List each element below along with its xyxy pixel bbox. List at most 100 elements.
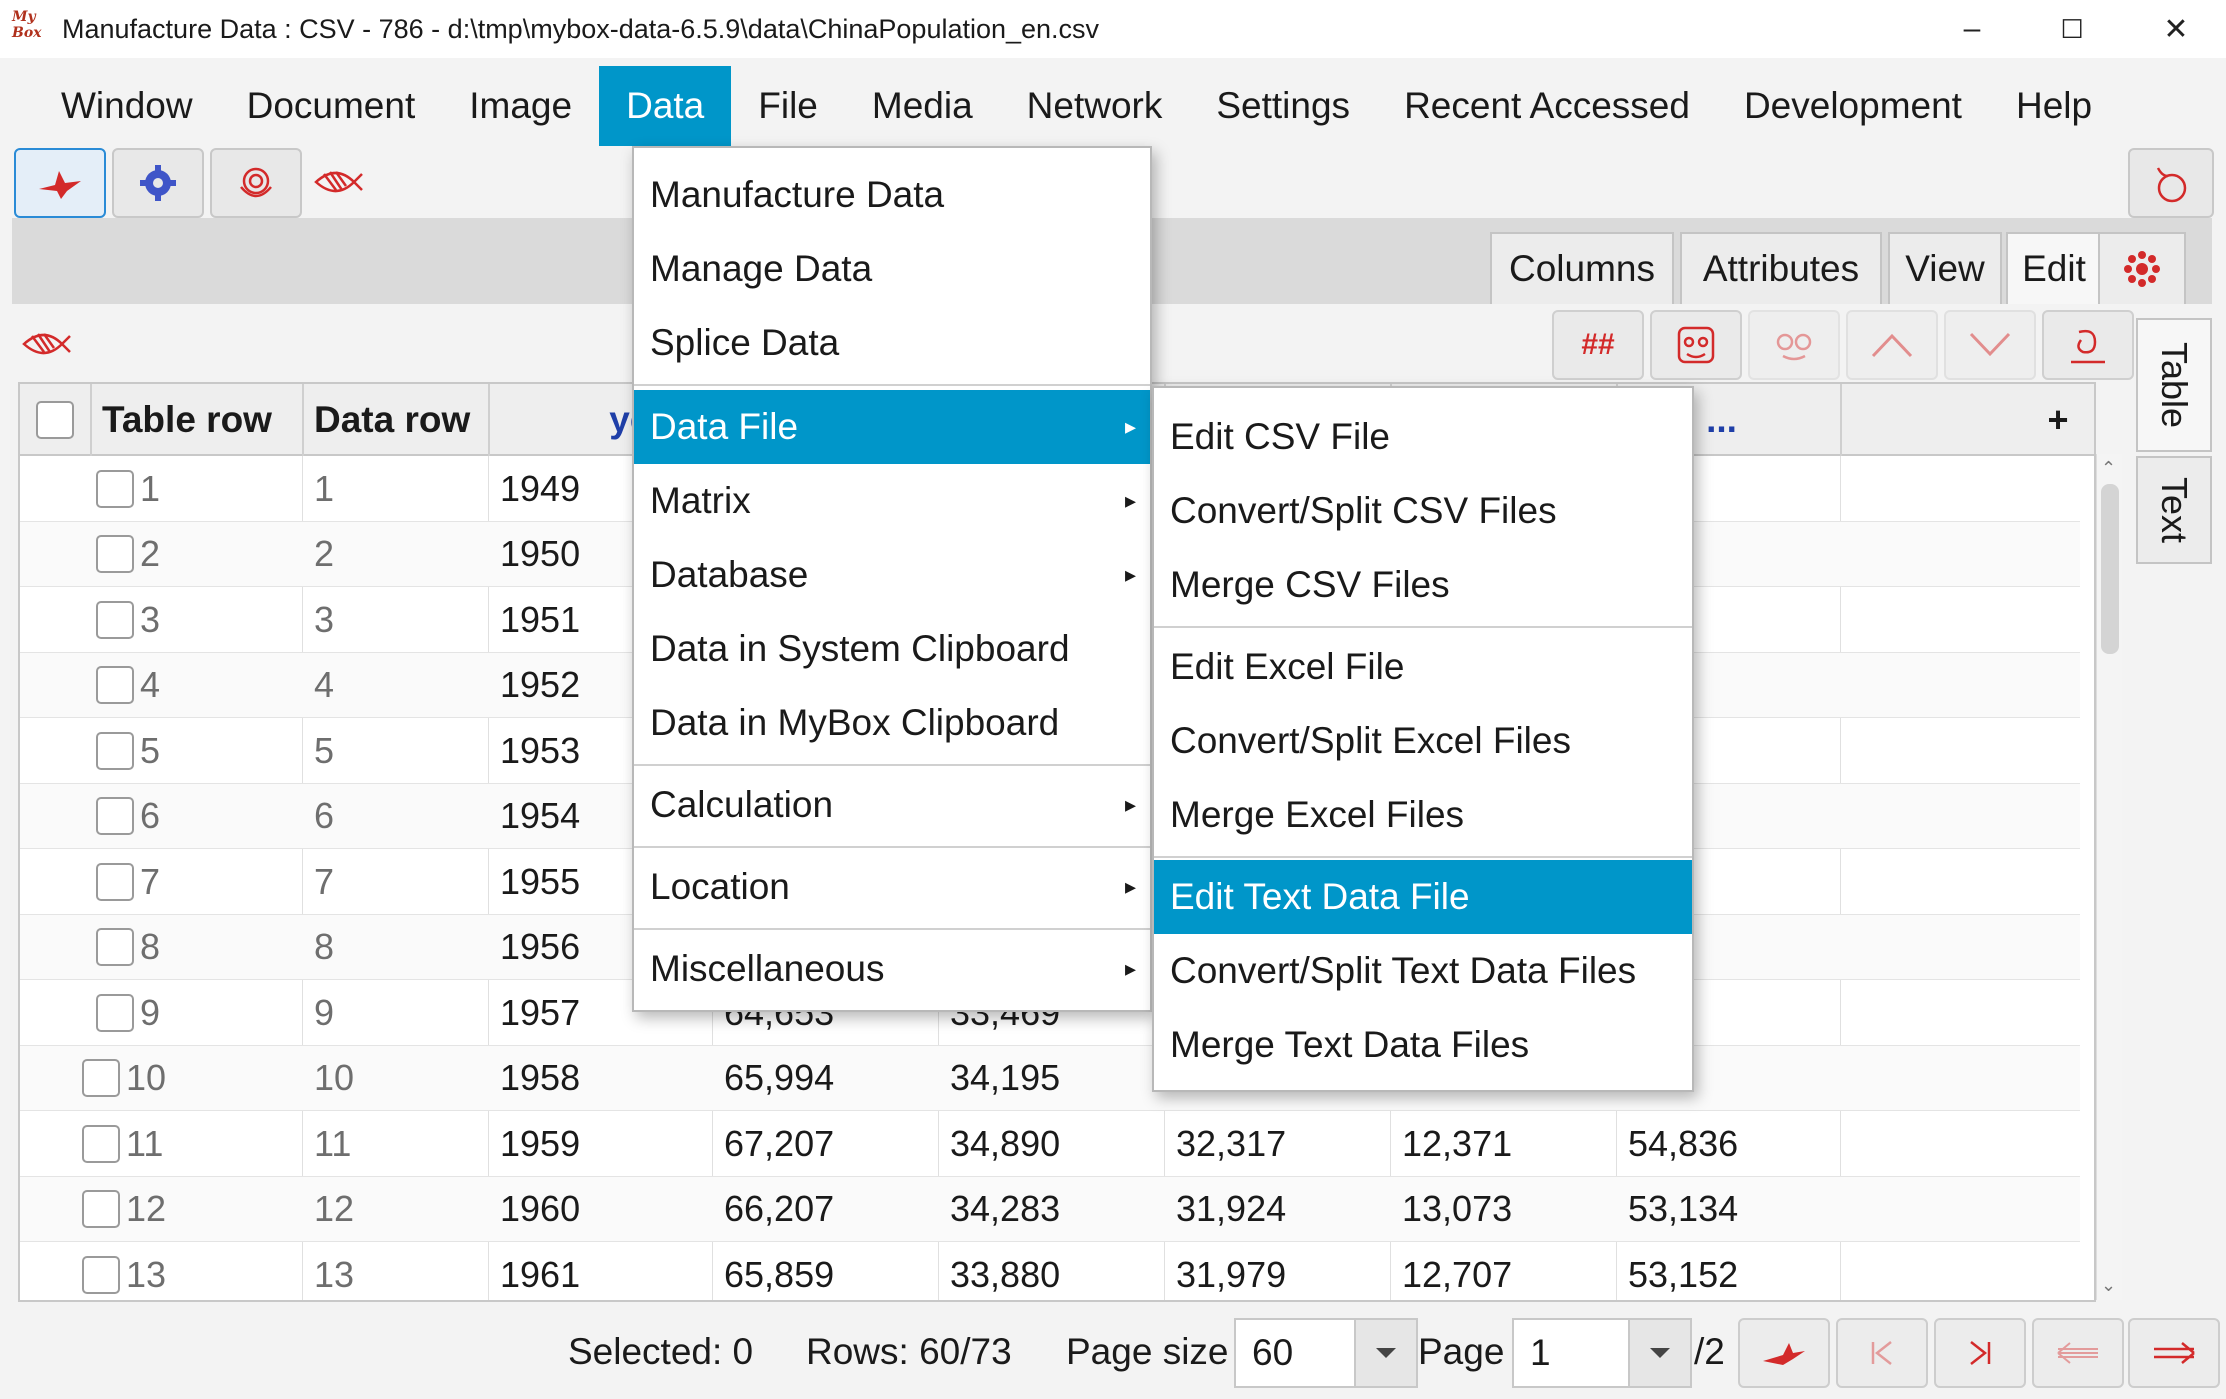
tab-edit[interactable]: Edit — [2006, 232, 2102, 304]
scroll-down-icon[interactable]: ⌄ — [2101, 1275, 2116, 1296]
table-cell[interactable]: 31,924 — [1166, 1177, 1286, 1243]
submenu-convert-split-text-data-files[interactable]: Convert/Split Text Data Files — [1154, 934, 1692, 1008]
row-checkbox[interactable] — [82, 1124, 120, 1163]
first-page-button[interactable] — [1836, 1318, 1928, 1388]
table-cell[interactable]: 1959 — [490, 1111, 580, 1177]
table-cell[interactable]: 4 — [96, 653, 160, 719]
menu-item-location[interactable]: Location ▸ — [634, 850, 1150, 924]
row-checkbox[interactable] — [96, 666, 134, 705]
fish-icon[interactable] — [308, 160, 364, 204]
submenu-edit-text-data-file[interactable]: Edit Text Data File — [1154, 860, 1692, 934]
red-bird-button[interactable] — [14, 148, 106, 218]
menu-window[interactable]: Window — [34, 66, 220, 146]
menu-item-splice-data[interactable]: Splice Data — [634, 306, 1150, 380]
menu-item-database[interactable]: Database ▸ — [634, 538, 1150, 612]
table-cell[interactable]: 9 — [96, 980, 160, 1046]
table-cell[interactable]: 1 — [304, 456, 334, 522]
table-cell[interactable]: 1954 — [490, 784, 580, 850]
pomegranate-button[interactable] — [2128, 148, 2214, 218]
table-cell[interactable]: 5 — [96, 718, 160, 784]
menu-item-system-clipboard[interactable]: Data in System Clipboard — [634, 612, 1150, 686]
row-checkbox[interactable] — [82, 1255, 120, 1294]
row-checkbox[interactable] — [96, 797, 134, 836]
table-cell[interactable]: 1956 — [490, 915, 580, 981]
table-cell[interactable]: 1961 — [490, 1242, 580, 1300]
table-cell[interactable]: 33,880 — [940, 1242, 1060, 1300]
menu-item-mybox-clipboard[interactable]: Data in MyBox Clipboard — [634, 686, 1150, 760]
table-cell[interactable]: 1949 — [490, 456, 580, 522]
vertical-scrollbar[interactable]: ⌃ ⌄ — [2096, 454, 2122, 1300]
menu-item-data-file[interactable]: Data File ▸ — [634, 390, 1150, 464]
previous-page-button[interactable] — [2032, 1318, 2124, 1388]
table-cell[interactable]: 13 — [304, 1242, 354, 1300]
table-cell[interactable]: 3 — [96, 587, 160, 653]
row-checkbox[interactable] — [96, 928, 134, 967]
tab-view[interactable]: View — [1888, 232, 2002, 304]
settings-button[interactable] — [112, 148, 204, 218]
submenu-edit-csv-file[interactable]: Edit CSV File — [1154, 400, 1692, 474]
table-cell[interactable]: 12 — [82, 1177, 166, 1243]
row-checkbox[interactable] — [96, 535, 134, 574]
table-cell[interactable]: 12,707 — [1392, 1242, 1512, 1300]
submenu-merge-csv-files[interactable]: Merge CSV Files — [1154, 548, 1692, 622]
chevron-down-icon[interactable] — [1628, 1320, 1690, 1386]
table-cell[interactable]: 65,994 — [714, 1046, 834, 1112]
add-column-button[interactable]: + — [2036, 384, 2080, 456]
scrollbar-thumb[interactable] — [2101, 484, 2119, 654]
menu-development[interactable]: Development — [1717, 66, 1989, 146]
tab-columns[interactable]: Columns — [1490, 232, 1674, 304]
table-cell[interactable]: 67,207 — [714, 1111, 834, 1177]
table-cell[interactable]: 7 — [96, 849, 160, 915]
table-cell[interactable]: 10 — [304, 1046, 354, 1112]
row-checkbox[interactable] — [96, 600, 134, 639]
menu-item-calculation[interactable]: Calculation ▸ — [634, 768, 1150, 842]
move-down-button[interactable] — [1944, 310, 2036, 380]
row-checkbox[interactable] — [82, 1059, 120, 1098]
side-tab-table[interactable]: Table — [2136, 318, 2212, 452]
menu-media[interactable]: Media — [845, 66, 1000, 146]
table-row[interactable]: 13 13 1961 65,859 33,880 31,979 12,707 53,152 — [20, 1242, 2080, 1300]
table-cell[interactable]: 34,195 — [940, 1046, 1060, 1112]
row-number-button[interactable]: ## — [1552, 310, 1644, 380]
table-cell[interactable]: 1953 — [490, 718, 580, 784]
table-cell[interactable]: 6 — [96, 784, 160, 850]
table-cell[interactable]: 1950 — [490, 522, 580, 588]
menu-document[interactable]: Document — [220, 66, 443, 146]
table-cell[interactable]: 54,836 — [1618, 1111, 1738, 1177]
go-page-button[interactable] — [1738, 1318, 1830, 1388]
table-cell[interactable]: 3 — [304, 587, 334, 653]
table-cell[interactable]: 53,134 — [1618, 1177, 1738, 1243]
table-cell[interactable]: 13 — [82, 1242, 166, 1300]
table-cell[interactable]: 34,890 — [940, 1111, 1060, 1177]
table-cell[interactable]: 1958 — [490, 1046, 580, 1112]
table-cell[interactable]: 2 — [96, 522, 160, 588]
submenu-merge-text-data-files[interactable]: Merge Text Data Files — [1154, 1008, 1692, 1082]
minimize-button[interactable]: – — [1922, 0, 2022, 58]
table-cell[interactable]: 13,073 — [1392, 1177, 1512, 1243]
table-cell[interactable]: 12 — [304, 1177, 354, 1243]
menu-file[interactable]: File — [731, 66, 845, 146]
table-cell[interactable]: 1955 — [490, 849, 580, 915]
menu-item-miscellaneous[interactable]: Miscellaneous ▸ — [634, 932, 1150, 1006]
flower-button[interactable] — [210, 148, 302, 218]
submenu-convert-split-excel-files[interactable]: Convert/Split Excel Files — [1154, 704, 1692, 778]
page-select[interactable]: 1 — [1512, 1318, 1692, 1388]
tab-attributes[interactable]: Attributes — [1680, 232, 1882, 304]
table-cell[interactable]: 53,152 — [1618, 1242, 1738, 1300]
maximize-button[interactable]: ☐ — [2022, 0, 2122, 58]
submenu-convert-split-csv-files[interactable]: Convert/Split CSV Files — [1154, 474, 1692, 548]
table-cell[interactable]: 11 — [82, 1111, 163, 1177]
table-cell[interactable]: 5 — [304, 718, 334, 784]
menu-settings[interactable]: Settings — [1189, 66, 1377, 146]
table-cell[interactable]: 12,371 — [1392, 1111, 1512, 1177]
table-cell[interactable]: 2 — [304, 522, 334, 588]
table-cell[interactable]: 66,207 — [714, 1177, 834, 1243]
menu-recent-accessed[interactable]: Recent Accessed — [1377, 66, 1717, 146]
table-cell[interactable]: 8 — [304, 915, 334, 981]
table-cell[interactable]: 6 — [304, 784, 334, 850]
table-cell[interactable]: 1951 — [490, 587, 580, 653]
table-cell[interactable]: 4 — [304, 653, 334, 719]
menu-network[interactable]: Network — [1000, 66, 1190, 146]
table-cell[interactable]: 8 — [96, 915, 160, 981]
table-cell[interactable]: 11 — [304, 1111, 351, 1177]
